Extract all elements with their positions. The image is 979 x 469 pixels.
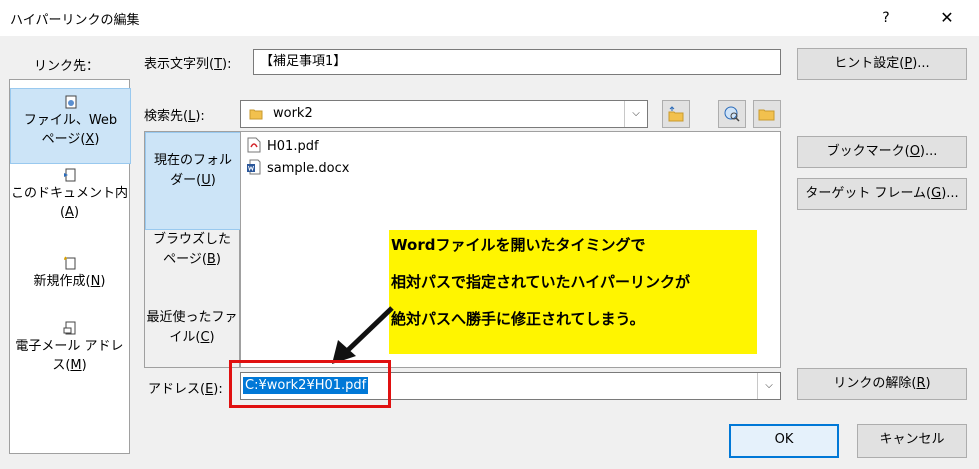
label-part: ) xyxy=(209,330,215,345)
label-part: )... xyxy=(919,144,938,159)
access-key: G xyxy=(931,186,942,201)
display-text-input[interactable]: 【補足事項1】 xyxy=(253,49,781,75)
access-key: C xyxy=(200,330,210,345)
open-folder-icon xyxy=(758,109,775,121)
email-icon xyxy=(63,321,75,335)
list-item[interactable]: sample.docx xyxy=(247,159,349,179)
label-part: ページ( xyxy=(163,252,207,267)
chevron-down-icon[interactable]: ⌵ xyxy=(757,373,780,399)
list-item[interactable]: H01.pdf xyxy=(247,137,319,157)
label-part: )... xyxy=(941,186,959,201)
remove-link-button[interactable]: リンクの解除(R) xyxy=(797,368,967,400)
label-part: ): xyxy=(222,57,232,72)
label-part: ダー( xyxy=(170,173,202,188)
access-key: M xyxy=(70,358,82,373)
access-key: T xyxy=(214,57,223,72)
label-part: 新規作成( xyxy=(33,274,91,289)
label-part: ス( xyxy=(52,358,71,373)
screentip-button[interactable]: ヒント設定(P)... xyxy=(797,48,967,80)
tab-label: 最近使ったファ xyxy=(146,310,238,325)
sidebar-item-label: ファイル、Web xyxy=(23,113,118,128)
chevron-down-icon[interactable]: ⌵ xyxy=(624,101,647,127)
label-part: ) xyxy=(215,252,221,267)
tab-browsed-pages[interactable]: ブラウズした ページ(B) xyxy=(145,230,239,274)
access-key: N xyxy=(90,274,101,289)
pdf-icon xyxy=(247,137,261,153)
access-key: O xyxy=(909,144,920,159)
label-part: ターゲット フレーム( xyxy=(805,186,932,201)
label-part: ) xyxy=(925,376,931,391)
tab-recent-files[interactable]: 最近使ったファ イル(C) xyxy=(145,308,239,352)
sidebar-item-email-address[interactable]: 電子メール アドレ ス(M) xyxy=(10,321,129,381)
close-button[interactable]: ✕ xyxy=(924,4,970,32)
tab-current-folder[interactable]: 現在のフォル ダー(U) xyxy=(145,132,241,230)
help-button[interactable]: ? xyxy=(866,4,906,32)
label-part: ページ( xyxy=(41,132,86,147)
annotation-line: 相対パスで指定されていたハイパーリンクが xyxy=(391,273,690,291)
browse-file-button[interactable] xyxy=(753,100,781,128)
access-key: X xyxy=(85,132,95,147)
annotation-line: 絶対パスへ勝手に修正されてしまう。 xyxy=(391,310,645,328)
label-part: 表示文字列( xyxy=(144,57,215,72)
new-document-icon xyxy=(63,256,75,270)
window-title: ハイパーリンクの編集 xyxy=(10,13,140,28)
label-part: ) xyxy=(210,173,216,188)
label-part: ブックマーク( xyxy=(826,144,910,159)
cancel-button[interactable]: キャンセル xyxy=(857,424,967,458)
label-part: ): xyxy=(195,109,205,124)
access-key: A xyxy=(65,205,74,220)
label-part: ) xyxy=(81,358,87,373)
sidebar-item-file-web[interactable]: ファイル、Web ページ(X) xyxy=(10,88,131,164)
link-to-label: リンク先： xyxy=(34,59,100,74)
address-label: アドレス(E): xyxy=(148,378,223,397)
display-text-label: 表示文字列(T): xyxy=(144,53,231,72)
label-part: ヒント設定( xyxy=(834,56,905,71)
document-bookmark-icon xyxy=(63,168,75,182)
folder-up-icon xyxy=(668,106,684,122)
sidebar-item-label: 電子メール アドレ xyxy=(15,339,124,354)
access-key: U xyxy=(201,173,211,188)
up-one-folder-button[interactable] xyxy=(662,100,690,128)
label-part: ) xyxy=(94,132,100,147)
link-to-sidebar: ファイル、Web ページ(X) このドキュメント内 (A) 新規作成(N) 電子… xyxy=(9,79,131,454)
file-name: sample.docx xyxy=(267,161,350,176)
look-in-label: 検索先(L): xyxy=(144,105,205,124)
target-frame-button[interactable]: ターゲット フレーム(G)... xyxy=(797,178,967,210)
label-part: リンクの解除( xyxy=(833,376,917,391)
label-part: ): xyxy=(213,382,223,397)
label-part: ) xyxy=(73,205,80,220)
label-part: 検索先( xyxy=(144,109,189,124)
annotation-note: Wordファイルを開いたタイミングで 相対パスで指定されていたハイパーリンクが … xyxy=(389,230,757,354)
file-name: H01.pdf xyxy=(267,139,319,154)
label-part: イル( xyxy=(169,330,201,345)
highlight-box xyxy=(229,360,391,408)
globe-search-icon xyxy=(724,106,740,122)
tab-label: ブラウズした xyxy=(152,232,231,247)
browse-web-button[interactable] xyxy=(718,100,746,128)
word-icon xyxy=(247,159,261,175)
look-in-value: work2 xyxy=(273,106,313,121)
label-part: アドレス( xyxy=(148,382,206,397)
access-key: B xyxy=(206,252,216,267)
browse-tabs: 現在のフォル ダー(U) ブラウズした ページ(B) 最近使ったファ イル(C) xyxy=(144,131,241,368)
access-key: R xyxy=(916,376,926,391)
label-part: ) xyxy=(100,274,106,289)
label-part: )... xyxy=(912,56,930,71)
sidebar-item-label: このドキュメント内 xyxy=(10,186,128,201)
folder-icon xyxy=(249,109,263,120)
look-in-combo[interactable]: work2 ⌵ xyxy=(240,100,648,128)
annotation-line: Wordファイルを開いたタイミングで xyxy=(391,236,646,254)
title-bar xyxy=(0,0,979,36)
ok-button[interactable]: OK xyxy=(729,424,839,458)
sidebar-item-this-document[interactable]: このドキュメント内 (A) xyxy=(10,168,129,228)
file-web-icon xyxy=(65,95,76,109)
tab-label: 現在のフォル xyxy=(153,153,232,168)
bookmark-button[interactable]: ブックマーク(O)... xyxy=(797,136,967,168)
sidebar-item-new-document[interactable]: 新規作成(N) xyxy=(10,256,129,296)
